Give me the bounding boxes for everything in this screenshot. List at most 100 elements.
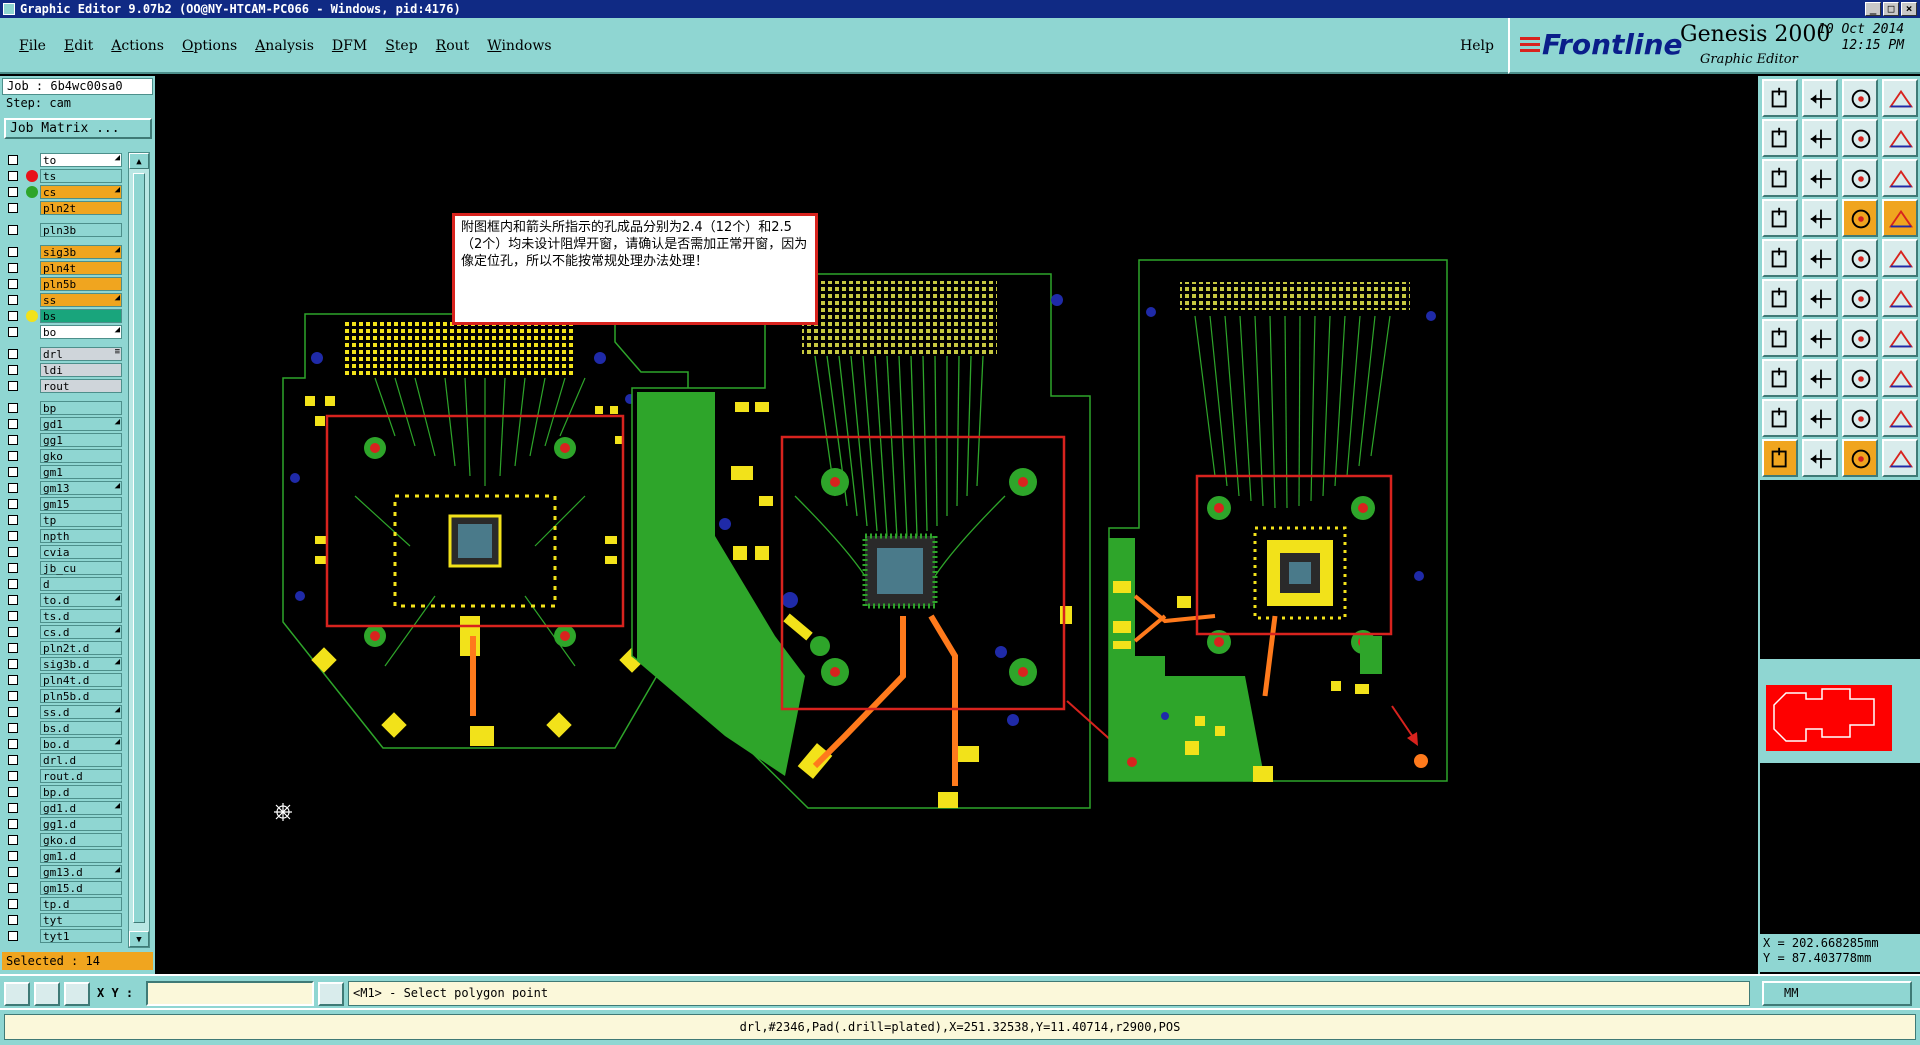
layer-row[interactable]: jb_cu [4,560,124,576]
layer-checkbox[interactable] [8,467,18,477]
minimize-icon[interactable]: _ [1865,2,1881,16]
layer-checkbox[interactable] [8,595,18,605]
group-icon[interactable] [1882,359,1918,397]
connect-icon[interactable] [1842,279,1878,317]
fit-all-icon[interactable] [1762,159,1798,197]
scroll-thumb[interactable] [133,173,145,923]
node-icon[interactable] [1762,279,1798,317]
layer-name[interactable]: pln2t.d [40,641,122,655]
layer-name[interactable]: pln2t [40,201,122,215]
layer-name[interactable]: sig3b [40,245,122,259]
layer-checkbox[interactable] [8,311,18,321]
layer-checkbox[interactable] [8,365,18,375]
layer-row[interactable]: pln2t [4,200,124,216]
layer-row[interactable]: pln5b.d [4,688,124,704]
triangle-d-icon[interactable] [1882,399,1918,437]
layer-row[interactable]: gko [4,448,124,464]
layer-row[interactable]: npth [4,528,124,544]
layer-checkbox[interactable] [8,531,18,541]
layer-checkbox[interactable] [8,771,18,781]
layer-checkbox[interactable] [8,931,18,941]
layer-a-icon[interactable] [1842,199,1878,237]
layer-checkbox[interactable] [8,403,18,413]
graphic-canvas[interactable]: 附图框内和箭头所指示的孔成品分别为2.4（12个）和2.5（2个）均未设计阻焊开… [155,76,1758,974]
layer-name[interactable]: ss [40,293,122,307]
layer-checkbox[interactable] [8,723,18,733]
slope-icon[interactable] [1802,319,1838,357]
layer-name[interactable]: ts [40,169,122,183]
layer-checkbox[interactable] [8,563,18,573]
layer-row[interactable]: sig3b ◢ [4,244,124,260]
layer-checkbox[interactable] [8,755,18,765]
line-icon[interactable] [1842,239,1878,277]
scroll-down-icon[interactable]: ▼ [129,931,149,947]
layer-checkbox[interactable] [8,739,18,749]
probe-icon[interactable] [1802,199,1838,237]
layer-checkbox[interactable] [8,263,18,273]
layer-checkbox[interactable] [8,349,18,359]
home-icon[interactable] [1842,79,1878,117]
layer-name[interactable]: bp [40,401,122,415]
menu-help[interactable]: Help [1460,38,1494,54]
center-icon[interactable] [1802,159,1838,197]
layer-checkbox[interactable] [8,867,18,877]
layer-row[interactable]: drl ≡ [4,346,124,362]
layer-checkbox[interactable] [8,203,18,213]
layer-name[interactable]: bp.d [40,785,122,799]
layer-checkbox[interactable] [8,851,18,861]
layer-name[interactable]: gd1 [40,417,122,431]
layer-row[interactable]: pln4t [4,260,124,276]
layer-checkbox[interactable] [8,707,18,717]
snap-icon[interactable] [4,982,30,1006]
menu-item-edit[interactable]: Edit [55,38,102,54]
layer-checkbox[interactable] [8,225,18,235]
layer-checkbox[interactable] [8,915,18,925]
layer-name[interactable]: pln3b [40,223,122,237]
layer-checkbox[interactable] [8,451,18,461]
layer-row[interactable]: ts.d [4,608,124,624]
layer-name[interactable]: rout [40,379,122,393]
layer-name[interactable]: gm15 [40,497,122,511]
layer-name[interactable]: jb_cu [40,561,122,575]
layer-row[interactable]: sig3b.d ◢ [4,656,124,672]
layer-row[interactable]: gm1.d [4,848,124,864]
select-pad-icon[interactable] [1762,239,1798,277]
layer-checkbox[interactable] [8,835,18,845]
layer-name[interactable]: bo.d [40,737,122,751]
select-area-icon[interactable] [1802,239,1838,277]
layer-checkbox[interactable] [8,883,18,893]
cross-icon[interactable] [1802,279,1838,317]
pointer-d-icon[interactable] [1882,439,1918,477]
layer-display-dot-icon[interactable] [26,310,38,322]
pan-left-icon[interactable] [1762,119,1798,157]
rotate-icon[interactable] [1882,119,1918,157]
triangle-b-icon[interactable] [1802,399,1838,437]
layer-checkbox[interactable] [8,691,18,701]
layer-name[interactable]: gm13 [40,481,122,495]
layer-row[interactable]: tyt [4,912,124,928]
job-matrix-button[interactable]: Job Matrix ... [4,118,152,139]
layer-name[interactable]: bo [40,325,122,339]
mini-map-view[interactable] [1766,685,1892,751]
layer-row[interactable]: gm1 [4,464,124,480]
layer-name[interactable]: sig3b.d [40,657,122,671]
arc-icon[interactable] [1842,319,1878,357]
pointer-icon[interactable] [1762,439,1798,477]
layer-name[interactable]: cvia [40,545,122,559]
layer-checkbox[interactable] [8,327,18,337]
layer-row[interactable]: pln3b [4,222,124,238]
layer-row[interactable]: tyt1 [4,928,124,944]
layer-row[interactable]: rout.d [4,768,124,784]
layer-row[interactable]: bp.d [4,784,124,800]
info-icon[interactable] [318,982,344,1006]
layer-checkbox[interactable] [8,579,18,589]
layer-row[interactable]: gm13.d ◢ [4,864,124,880]
layer-name[interactable]: gg1 [40,433,122,447]
maximize-icon[interactable]: □ [1883,2,1899,16]
menu-item-analysis[interactable]: Analysis [246,38,323,54]
add-pad-icon[interactable] [1762,359,1798,397]
zoom-in-icon[interactable] [1802,79,1838,117]
layer-row[interactable]: gm13 ◢ [4,480,124,496]
layer-name[interactable]: d [40,577,122,591]
xy-input[interactable] [146,981,314,1006]
